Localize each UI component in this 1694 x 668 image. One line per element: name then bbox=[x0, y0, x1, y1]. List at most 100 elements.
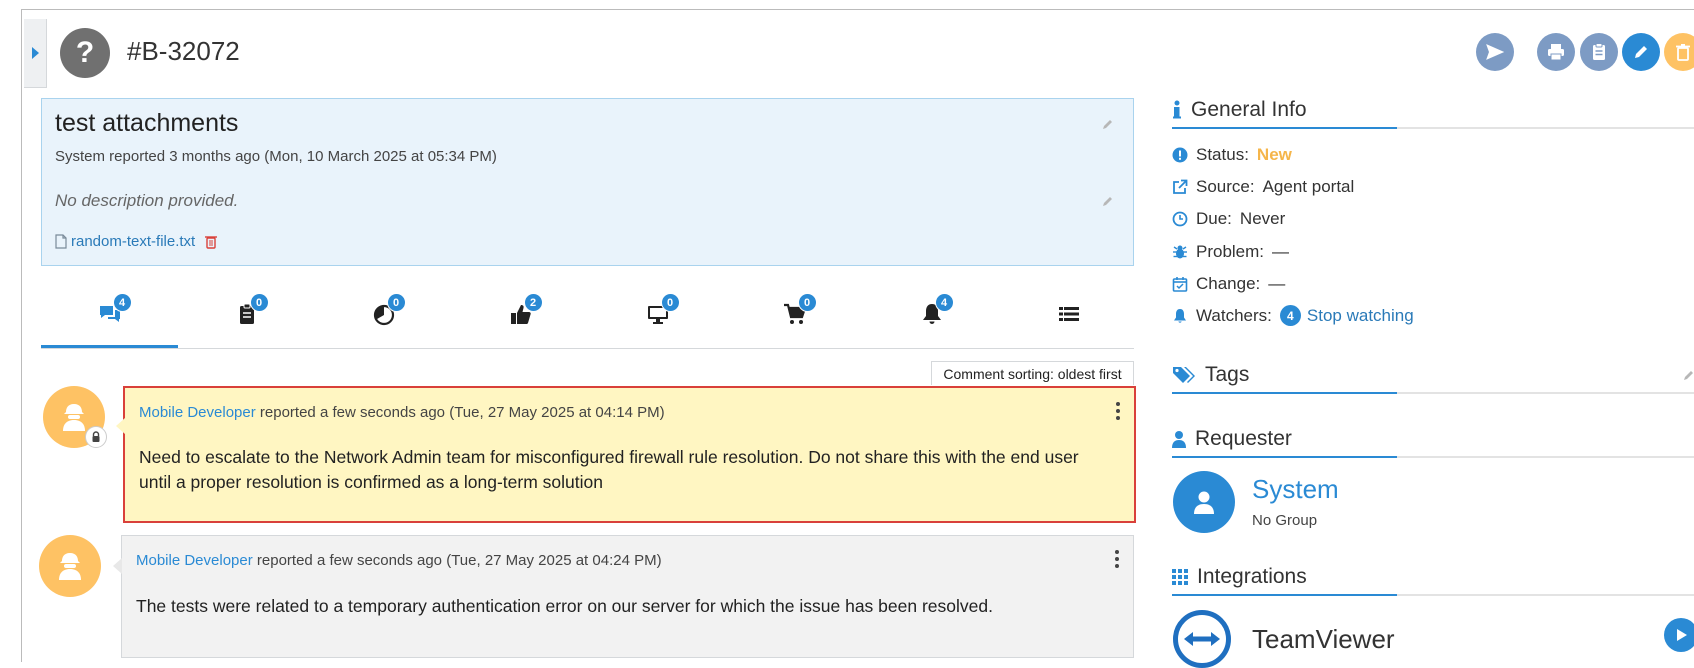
source-row: Source: Agent portal bbox=[1172, 177, 1354, 197]
tab-orders[interactable]: 0 bbox=[726, 292, 863, 347]
tab-orders-badge: 0 bbox=[797, 293, 817, 312]
activity-tabs: 4 0 0 2 0 0 4 bbox=[41, 292, 1134, 349]
tab-comments-badge: 4 bbox=[112, 293, 132, 312]
bug-icon bbox=[1173, 245, 1187, 259]
due-row: Due: Never bbox=[1172, 209, 1285, 229]
ticket-id: #B-32072 bbox=[127, 36, 240, 66]
teamviewer-start-button[interactable] bbox=[1664, 618, 1694, 652]
grid-icon bbox=[1172, 569, 1188, 585]
tab-assets[interactable]: 0 bbox=[589, 292, 726, 347]
file-icon bbox=[55, 234, 67, 249]
comment-sorting-toggle[interactable]: Comment sorting: oldest first bbox=[931, 361, 1134, 385]
source-label: Source: bbox=[1196, 177, 1255, 196]
print-icon bbox=[1548, 44, 1564, 61]
ticket-reported-meta: System reported 3 months ago (Mon, 10 Ma… bbox=[55, 148, 497, 165]
clipboard-icon bbox=[1593, 43, 1605, 60]
tags-icon bbox=[1173, 367, 1195, 383]
edit-button[interactable] bbox=[1622, 33, 1660, 71]
teamviewer-integration-name: TeamViewer bbox=[1252, 624, 1395, 654]
clipboard-button[interactable] bbox=[1580, 33, 1618, 71]
requester-avatar bbox=[1173, 471, 1235, 533]
due-label: Due: bbox=[1196, 209, 1232, 228]
edit-title-pencil-icon[interactable] bbox=[1101, 117, 1115, 131]
tab-tasks[interactable]: 0 bbox=[178, 292, 315, 347]
sidebar-toggle-button[interactable] bbox=[24, 19, 47, 88]
clock-icon bbox=[1172, 211, 1188, 227]
problem-value: — bbox=[1272, 242, 1290, 261]
change-row: Change: — bbox=[1172, 274, 1285, 294]
ticket-description-text: No description provided. bbox=[55, 191, 239, 210]
private-lock-icon bbox=[85, 426, 107, 448]
status-value[interactable]: New bbox=[1257, 145, 1292, 165]
play-icon bbox=[1677, 629, 1687, 641]
edit-tags-pencil-icon[interactable] bbox=[1682, 368, 1694, 382]
print-button[interactable] bbox=[1537, 33, 1575, 71]
watchers-row: Watchers: 4 Stop watching bbox=[1172, 305, 1414, 326]
tab-notifications-badge: 4 bbox=[934, 293, 954, 312]
agent-avatar-icon bbox=[59, 553, 81, 580]
ticket-type-icon: ? bbox=[60, 28, 110, 78]
comment: Mobile Developer reported a few seconds … bbox=[113, 535, 1134, 658]
bell-icon bbox=[1174, 308, 1186, 323]
tab-tasks-badge: 0 bbox=[249, 293, 269, 312]
comment-body: Need to escalate to the Network Admin te… bbox=[139, 447, 1079, 492]
pencil-icon bbox=[1635, 46, 1647, 58]
trash-icon bbox=[1676, 44, 1690, 61]
tab-approvals[interactable]: 2 bbox=[452, 292, 589, 347]
comment-author-link[interactable]: Mobile Developer bbox=[139, 404, 256, 421]
tab-assets-badge: 0 bbox=[660, 293, 680, 312]
problem-label: Problem: bbox=[1196, 242, 1265, 261]
calendar-check-icon bbox=[1172, 277, 1188, 292]
comment-menu-button[interactable] bbox=[1115, 550, 1119, 571]
tab-notifications[interactable]: 4 bbox=[863, 292, 1000, 347]
tags-heading: Tags bbox=[1205, 363, 1250, 386]
private-comment: Mobile Developer reported a few seconds … bbox=[116, 386, 1136, 523]
attachment-item: random-text-file.txt bbox=[55, 233, 218, 250]
agent-avatar-icon bbox=[63, 404, 85, 431]
ticket-title: test attachments bbox=[55, 109, 239, 137]
exclamation-circle-icon bbox=[1172, 147, 1188, 163]
edit-description-pencil-icon[interactable] bbox=[1101, 194, 1115, 208]
comment-meta: Mobile Developer reported a few seconds … bbox=[139, 404, 665, 421]
comment-author-link[interactable]: Mobile Developer bbox=[136, 552, 253, 569]
comment-menu-button[interactable] bbox=[1116, 402, 1120, 423]
delete-attachment-trash-icon[interactable] bbox=[204, 234, 218, 249]
send-button[interactable] bbox=[1476, 33, 1514, 71]
delete-button[interactable] bbox=[1664, 33, 1694, 71]
tab-comments[interactable]: 4 bbox=[41, 292, 178, 348]
general-info-section: General Info bbox=[1172, 95, 1694, 129]
tab-time[interactable]: 0 bbox=[315, 292, 452, 347]
ticket-description-box: test attachments System reported 3 month… bbox=[41, 98, 1134, 266]
general-info-heading: General Info bbox=[1191, 98, 1307, 121]
caret-right-icon bbox=[31, 47, 39, 59]
requester-section: Requester bbox=[1172, 424, 1694, 458]
tab-history[interactable] bbox=[1000, 292, 1137, 347]
list-icon bbox=[1058, 307, 1079, 321]
user-icon bbox=[1172, 431, 1186, 448]
watchers-count-badge: 4 bbox=[1279, 305, 1301, 326]
status-label: Status: bbox=[1196, 145, 1249, 164]
comment-body: The tests were related to a temporary au… bbox=[136, 596, 993, 616]
comment-author-avatar bbox=[39, 535, 101, 597]
user-avatar-icon bbox=[1194, 491, 1214, 514]
requester-heading: Requester bbox=[1195, 427, 1292, 450]
tab-time-badge: 0 bbox=[386, 293, 406, 312]
due-value: Never bbox=[1239, 209, 1286, 228]
external-link-icon bbox=[1173, 179, 1188, 194]
teamviewer-logo-icon bbox=[1173, 610, 1231, 668]
comment-timestamp: reported a few seconds ago (Tue, 27 May … bbox=[256, 552, 662, 569]
stop-watching-link[interactable]: Stop watching bbox=[1307, 306, 1414, 326]
integrations-heading: Integrations bbox=[1197, 565, 1307, 588]
attachment-link[interactable]: random-text-file.txt bbox=[71, 233, 195, 250]
watchers-label: Watchers: bbox=[1196, 305, 1272, 325]
status-row: Status: New bbox=[1172, 145, 1292, 165]
comment-meta: Mobile Developer reported a few seconds … bbox=[136, 552, 662, 569]
info-icon bbox=[1173, 100, 1181, 119]
integrations-section: Integrations bbox=[1172, 562, 1694, 596]
source-value: Agent portal bbox=[1262, 177, 1355, 196]
problem-row: Problem: — bbox=[1172, 242, 1289, 262]
change-value: — bbox=[1268, 274, 1286, 293]
requester-group: No Group bbox=[1252, 512, 1318, 529]
requester-name-link[interactable]: System bbox=[1252, 474, 1339, 505]
tags-section: Tags bbox=[1172, 360, 1694, 394]
